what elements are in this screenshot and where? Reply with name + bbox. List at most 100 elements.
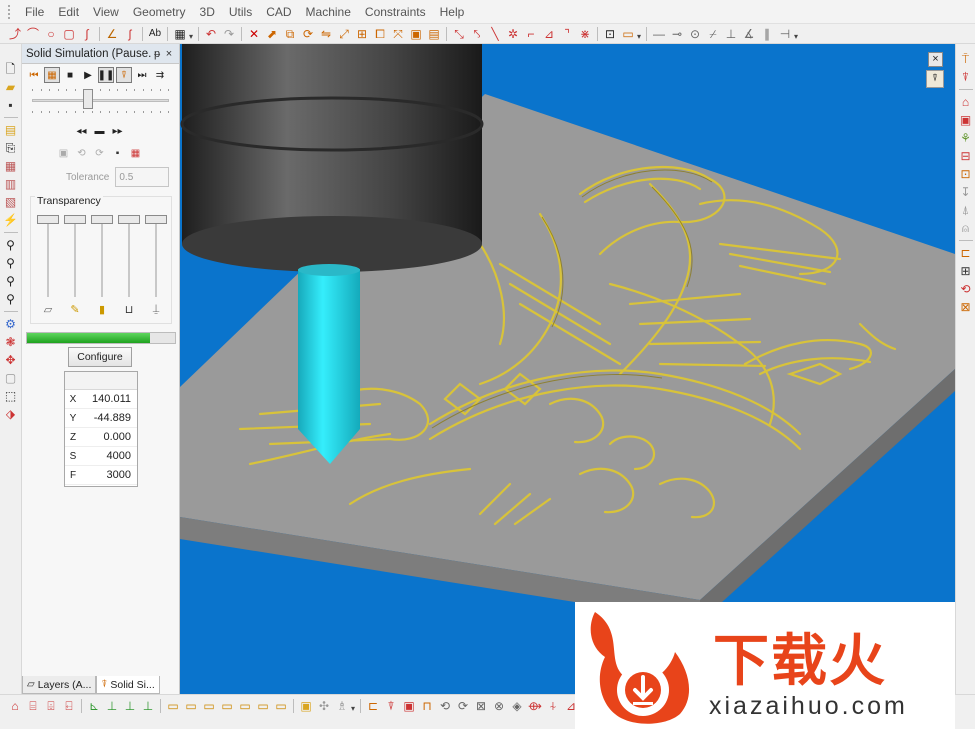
toolbar-overflow-icon[interactable]: ▾ — [794, 27, 800, 41]
sim-reset-icon[interactable]: ⟲ — [437, 698, 453, 714]
layer-1-icon[interactable]: ▭ — [165, 698, 181, 714]
mirror-icon[interactable]: ⇋ — [318, 26, 334, 42]
roughing-icon[interactable]: ⌂ — [958, 94, 974, 110]
toolpath-edit-icon[interactable]: ▥ — [3, 176, 19, 192]
verify-icon[interactable]: ⟲ — [958, 281, 974, 297]
bounding-box-icon[interactable]: ⊡ — [602, 26, 618, 42]
camera-icon[interactable]: ▣ — [56, 145, 72, 161]
scale-icon[interactable]: ⤢ — [336, 26, 352, 42]
v-carve-icon[interactable]: ⍋ — [958, 202, 974, 218]
sim-gouge-icon[interactable]: ⍭ — [545, 698, 561, 714]
delete-icon[interactable]: ✕ — [246, 26, 262, 42]
arc-icon[interactable]: ⌒ — [25, 26, 41, 42]
holder-transparency-slider[interactable] — [118, 215, 140, 297]
stock-transparency-slider[interactable] — [37, 215, 59, 297]
grid-icon[interactable]: ▦ — [172, 26, 188, 42]
chamfer-icon[interactable]: ⊿ — [541, 26, 557, 42]
toolpath-calc-icon[interactable]: ▧ — [3, 194, 19, 210]
curve-icon[interactable]: ʃ — [122, 26, 138, 42]
slider-thumb[interactable] — [145, 215, 167, 224]
step-forward-icon[interactable]: ▸▸ — [110, 123, 126, 139]
engrave-icon[interactable]: ⊡ — [958, 166, 974, 182]
extend-icon[interactable]: ⤣ — [469, 26, 485, 42]
zoom-window-icon[interactable]: ⚲ — [3, 291, 19, 307]
menu-view[interactable]: View — [86, 5, 126, 19]
slider-thumb[interactable] — [118, 215, 140, 224]
break-icon[interactable]: ╲ — [487, 26, 503, 42]
axis-xy-icon[interactable]: ⊾ — [86, 698, 102, 714]
view-top-icon[interactable]: ▢ — [3, 370, 19, 386]
move-icon[interactable]: ⬈ — [264, 26, 280, 42]
speed-slider-thumb[interactable] — [82, 89, 93, 109]
new-file-icon[interactable]: 🗋 — [3, 61, 19, 77]
tab-solid-simulation[interactable]: ⍒ Solid Si... — [96, 676, 160, 694]
menu-help[interactable]: Help — [433, 5, 472, 19]
view-side-icon[interactable]: ⍇ — [61, 698, 77, 714]
sim-collision-icon[interactable]: ⊗ — [491, 698, 507, 714]
3d-viewport[interactable]: × ⍒ — [180, 44, 955, 694]
region-icon[interactable]: ▭ — [620, 26, 636, 42]
lighting-icon[interactable]: ✣ — [316, 698, 332, 714]
drill-icon[interactable]: ↧ — [958, 184, 974, 200]
view-pan-icon[interactable]: ✥ — [3, 352, 19, 368]
configure-button[interactable]: Configure — [68, 347, 132, 367]
pin-icon[interactable]: ᵽ — [151, 48, 163, 60]
play-icon[interactable]: ▶ — [80, 67, 96, 83]
view-rotate-icon[interactable]: ❃ — [3, 334, 19, 350]
fillet-icon[interactable]: ⌐ — [523, 26, 539, 42]
angle-icon[interactable]: ∠ — [104, 26, 120, 42]
toolbar-overflow-icon[interactable]: ▾ — [637, 27, 643, 41]
color-map-icon[interactable]: ▦ — [128, 145, 144, 161]
angle-constraint-icon[interactable]: ∡ — [741, 26, 757, 42]
fix-constraint-icon[interactable]: ⊣ — [777, 26, 793, 42]
polyline-icon[interactable]: ⤴ — [7, 26, 23, 42]
copy-icon[interactable]: ⧉ — [282, 26, 298, 42]
ungroup-icon[interactable]: ▤ — [426, 26, 442, 42]
toolpath-list-icon[interactable]: ▦ — [3, 158, 19, 174]
step-stop-icon[interactable]: ▬ — [92, 123, 108, 139]
zoom-out-icon[interactable]: ⚲ — [3, 273, 19, 289]
shade-icon[interactable]: ▣ — [298, 698, 314, 714]
layer-5-icon[interactable]: ▭ — [237, 698, 253, 714]
layer-7-icon[interactable]: ▭ — [273, 698, 289, 714]
slider-thumb[interactable] — [37, 215, 59, 224]
trim-icon[interactable]: ⤡ — [451, 26, 467, 42]
menu-utils[interactable]: Utils — [222, 5, 259, 19]
save-stock-icon[interactable]: ▪ — [110, 145, 126, 161]
menu-3d[interactable]: 3D — [193, 5, 222, 19]
horizontal-constraint-icon[interactable]: — — [651, 26, 667, 42]
report-icon[interactable]: ⊠ — [958, 299, 974, 315]
menu-edit[interactable]: Edit — [51, 5, 86, 19]
axis-yz-icon[interactable]: ⊥ — [122, 698, 138, 714]
sim-color-icon[interactable]: ◈ — [509, 698, 525, 714]
redo-icon[interactable]: ↷ — [221, 26, 237, 42]
finishing-icon[interactable]: ▣ — [958, 112, 974, 128]
menu-machine[interactable]: Machine — [299, 5, 358, 19]
simulation-toggle-icon[interactable]: ⍒ — [926, 70, 944, 88]
profile-icon[interactable]: ⚘ — [958, 130, 974, 146]
sim-refresh-icon[interactable]: ⟳ — [455, 698, 471, 714]
parallel-constraint-icon[interactable]: ∥ — [759, 26, 775, 42]
menu-constraints[interactable]: Constraints — [358, 5, 433, 19]
circle-icon[interactable]: ○ — [43, 26, 59, 42]
sim-tool-icon[interactable]: ⍒ — [383, 698, 399, 714]
sim-measure-icon[interactable]: ⟴ — [527, 698, 543, 714]
view-iso-icon[interactable]: ⬚ — [3, 388, 19, 404]
layer-4-icon[interactable]: ▭ — [219, 698, 235, 714]
sim-record-icon[interactable]: ▣ — [401, 698, 417, 714]
speed-slider[interactable] — [32, 89, 169, 113]
post-process-icon[interactable]: ⚡ — [3, 212, 19, 228]
tolerance-input[interactable] — [115, 167, 170, 187]
tool-change-icon[interactable]: ⍒ — [958, 69, 974, 85]
close-panel-icon[interactable]: × — [163, 48, 175, 60]
undo-icon[interactable]: ↶ — [203, 26, 219, 42]
menu-cad[interactable]: CAD — [259, 5, 298, 19]
coincident-constraint-icon[interactable]: ⊙ — [687, 26, 703, 42]
sim-compare-icon[interactable]: ⊠ — [473, 698, 489, 714]
view-front-icon[interactable]: ⌸ — [25, 698, 41, 714]
axis-iso-icon[interactable]: ⊥ — [140, 698, 156, 714]
menu-file[interactable]: File — [18, 5, 51, 19]
layer-2-icon[interactable]: ▭ — [183, 698, 199, 714]
tab-layers[interactable]: ▱ Layers (A... — [22, 676, 97, 694]
stop-icon[interactable]: ■ — [62, 67, 78, 83]
